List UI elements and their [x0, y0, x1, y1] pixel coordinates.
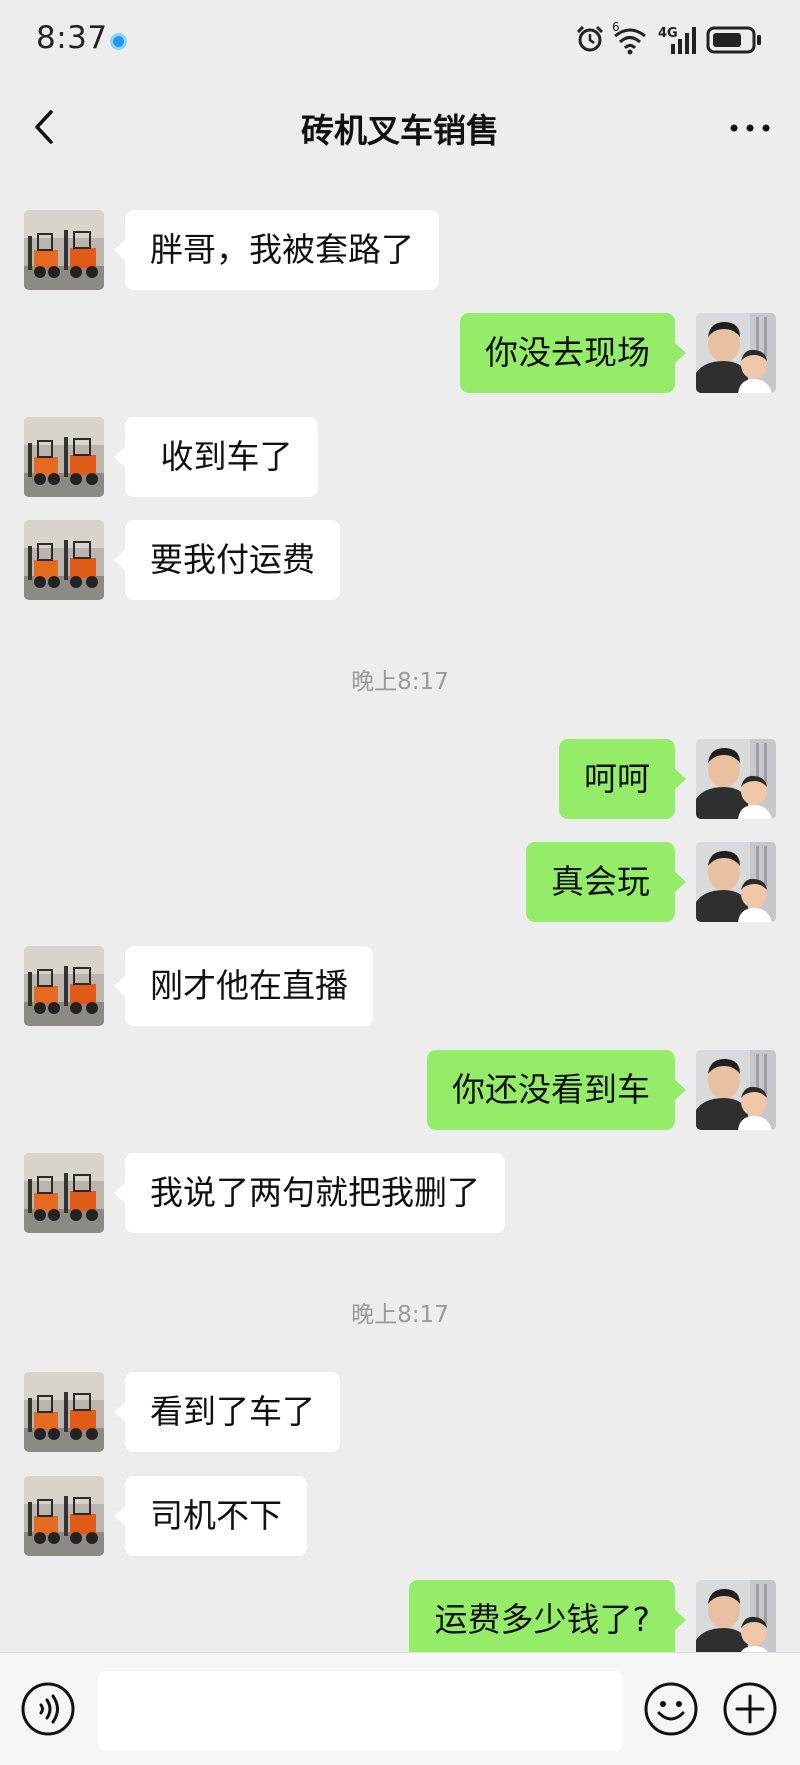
emoji-icon — [644, 1682, 698, 1736]
more-options-button[interactable] — [726, 108, 774, 148]
message-row: 你没去现场 — [0, 313, 800, 393]
message-bubble-outgoing[interactable]: 你没去现场 — [460, 313, 686, 393]
sim-slot-label: 6 — [612, 20, 620, 34]
chat-header: 砖机叉车销售 — [0, 84, 800, 170]
status-bar: 8:37 6 4G — [0, 0, 800, 84]
self-avatar[interactable] — [696, 313, 776, 393]
self-avatar[interactable] — [696, 842, 776, 922]
message-row: 刚才他在直播 — [0, 946, 800, 1026]
message-bubble-incoming[interactable]: 胖哥，我被套路了 — [114, 210, 439, 290]
message-row: 呵呵 — [0, 739, 800, 819]
message-bubble-incoming[interactable]: 收到车了 — [114, 417, 318, 497]
message-bubble-incoming[interactable]: 刚才他在直播 — [114, 946, 373, 1026]
signal-icon — [671, 27, 696, 54]
message-bubble-outgoing[interactable]: 你还没看到车 — [427, 1050, 686, 1130]
message-row: 我说了两句就把我删了 — [0, 1153, 800, 1233]
time-divider: 晚上8:17 — [351, 1302, 449, 1328]
plus-icon — [723, 1682, 777, 1736]
message-row: 你还没看到车 — [0, 1050, 800, 1130]
voice-button[interactable] — [20, 1681, 76, 1737]
message-row: 看到了车了 — [0, 1372, 800, 1452]
emoji-button[interactable] — [643, 1681, 699, 1737]
message-bubble-outgoing[interactable]: 呵呵 — [559, 739, 686, 819]
status-time: 8:37 — [36, 20, 108, 56]
battery-icon — [706, 26, 761, 54]
self-avatar[interactable] — [696, 1050, 776, 1130]
more-functions-button[interactable] — [722, 1681, 778, 1737]
message-bubble-incoming[interactable]: 司机不下 — [114, 1476, 307, 1556]
time-divider: 晚上8:17 — [351, 669, 449, 695]
message-bubble-incoming[interactable]: 看到了车了 — [114, 1372, 340, 1452]
message-row: 司机不下 — [0, 1476, 800, 1556]
notification-dot-icon — [110, 33, 127, 50]
alarm-icon — [576, 25, 604, 52]
more-dots-icon — [730, 124, 770, 132]
input-bar — [0, 1652, 800, 1765]
message-row: 真会玩 — [0, 842, 800, 922]
contact-avatar[interactable] — [24, 946, 104, 1026]
self-avatar[interactable] — [696, 1580, 776, 1660]
message-bubble-incoming[interactable]: 我说了两句就把我删了 — [114, 1153, 505, 1233]
contact-avatar[interactable] — [24, 417, 104, 497]
message-bubble-outgoing[interactable]: 运费多少钱了? — [409, 1580, 686, 1660]
chat-title: 砖机叉车销售 — [301, 111, 499, 150]
contact-avatar[interactable] — [24, 1372, 104, 1452]
contact-avatar[interactable] — [24, 1476, 104, 1556]
message-bubble-incoming[interactable]: 要我付运费 — [114, 520, 340, 600]
message-row: 要我付运费 — [0, 520, 800, 600]
message-row: 收到车了 — [0, 417, 800, 497]
contact-avatar[interactable] — [24, 1153, 104, 1233]
voice-icon — [21, 1682, 75, 1736]
contact-avatar[interactable] — [24, 520, 104, 600]
self-avatar[interactable] — [696, 739, 776, 819]
message-input[interactable] — [98, 1671, 623, 1751]
contact-avatar[interactable] — [24, 210, 104, 290]
message-row: 运费多少钱了? — [0, 1580, 800, 1660]
message-bubble-outgoing[interactable]: 真会玩 — [526, 842, 686, 922]
message-row: 胖哥，我被套路了 — [0, 210, 800, 290]
